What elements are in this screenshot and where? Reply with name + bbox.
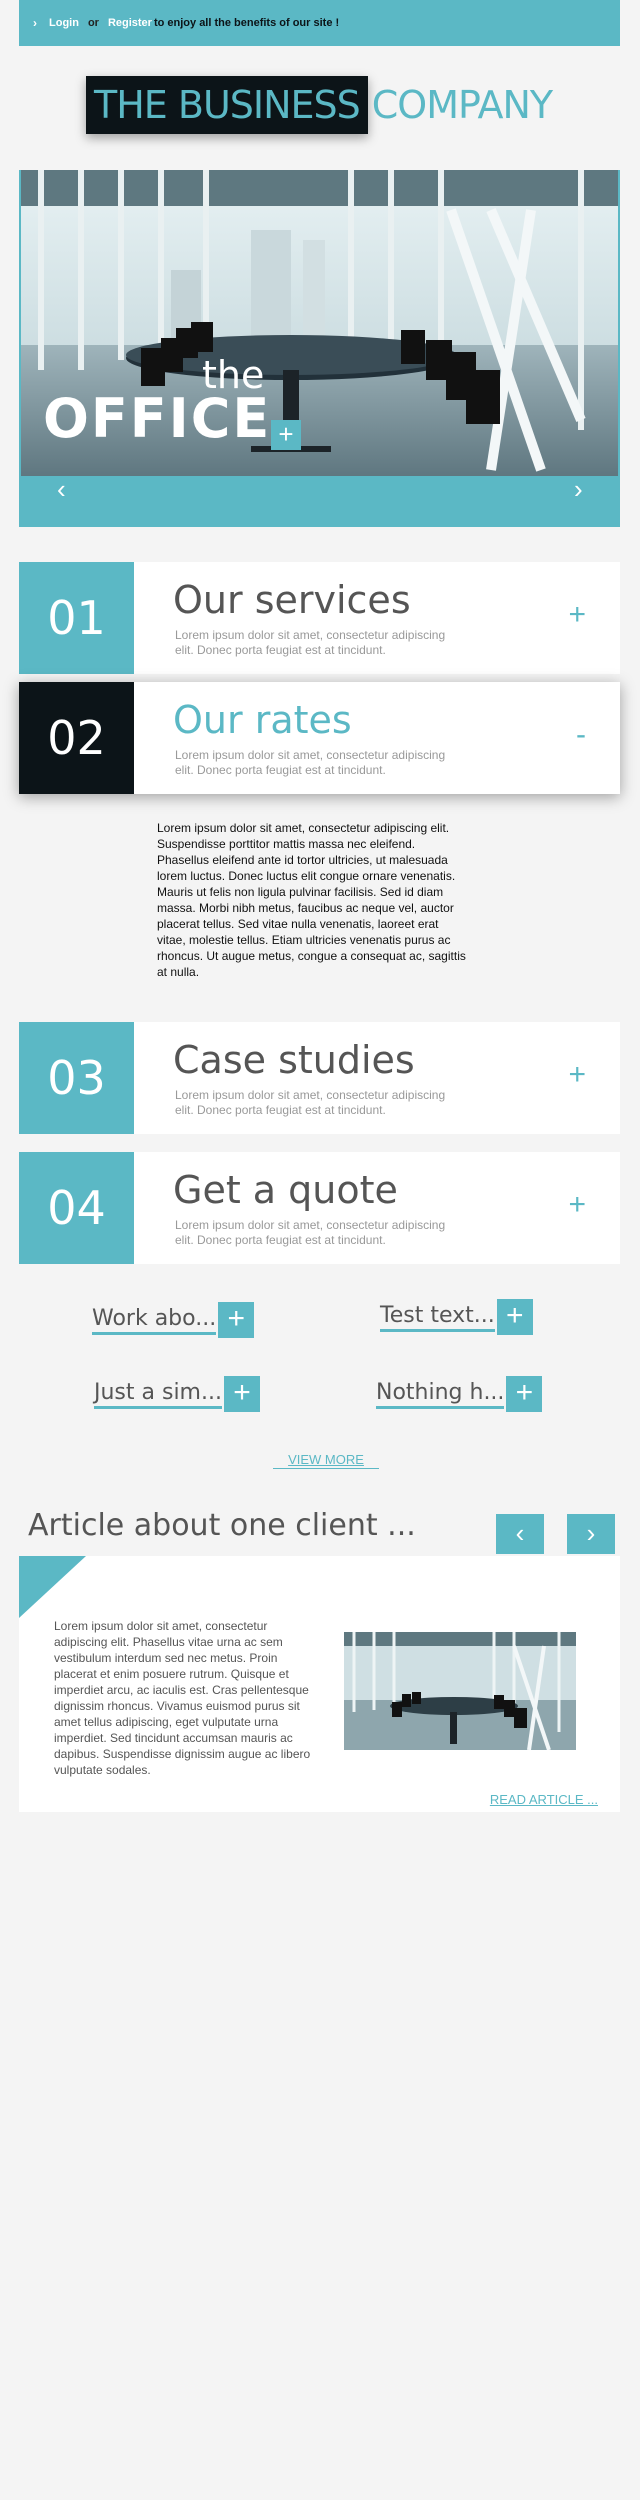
- corner-accent: [19, 1556, 86, 1618]
- accordion-number: 03: [19, 1022, 134, 1134]
- accordion-description: Lorem ipsum dolor sit amet, consectetur …: [175, 628, 446, 657]
- read-article-link[interactable]: READ ARTICLE ...: [490, 1792, 598, 1807]
- logo-dark-text: THE BUSINESS: [86, 76, 368, 134]
- accordion-title: Get a quote: [173, 1168, 398, 1212]
- collapse-icon[interactable]: -: [576, 718, 586, 752]
- accordion-item-rates[interactable]: 02 Our rates Lorem ipsum dolor sit amet,…: [19, 682, 620, 794]
- article-card: Lorem ipsum dolor sit amet, consectetur …: [19, 1556, 620, 1812]
- expand-icon[interactable]: +: [568, 1188, 586, 1222]
- tag-label: Work abo...: [92, 1306, 217, 1335]
- slider-prev-icon[interactable]: ‹: [57, 476, 66, 502]
- accordion-number: 04: [19, 1152, 134, 1264]
- expand-icon[interactable]: +: [568, 598, 586, 632]
- article-title: Article about one client ...: [28, 1508, 416, 1543]
- accordion-item-case-studies[interactable]: 03 Case studies Lorem ipsum dolor sit am…: [19, 1022, 620, 1134]
- login-link[interactable]: Login: [49, 17, 79, 29]
- chevron-right-icon: ›: [33, 16, 37, 30]
- plus-icon[interactable]: +: [218, 1302, 255, 1338]
- accordion-description: Lorem ipsum dolor sit amet, consectetur …: [175, 1088, 446, 1117]
- tag-label: Test text...: [380, 1303, 495, 1332]
- tag-link[interactable]: Just a sim... +: [94, 1376, 260, 1412]
- plus-icon[interactable]: +: [506, 1376, 543, 1412]
- article-next-button[interactable]: ›: [567, 1514, 615, 1554]
- accordion-description: Lorem ipsum dolor sit amet, consectetur …: [175, 1218, 446, 1247]
- hero-office-text: OFFICE: [43, 387, 272, 450]
- register-link[interactable]: Register: [108, 17, 152, 29]
- accordion-title: Our services: [173, 578, 411, 622]
- plus-icon[interactable]: +: [496, 1299, 533, 1335]
- tag-link[interactable]: Nothing h... +: [376, 1376, 543, 1412]
- tag-label: Nothing h...: [376, 1380, 505, 1409]
- accordion-number: 01: [19, 562, 134, 674]
- topbar-message: to enjoy all the benefits of our site !: [153, 17, 340, 29]
- hero-slider: the OFFICE + ‹ ›: [19, 170, 620, 527]
- accordion-title: Our rates: [173, 698, 352, 742]
- tag-label: Just a sim...: [94, 1380, 222, 1409]
- expand-icon[interactable]: +: [568, 1058, 586, 1092]
- accordion-description: Lorem ipsum dolor sit amet, consectetur …: [175, 748, 446, 777]
- article-body: Lorem ipsum dolor sit amet, consectetur …: [54, 1619, 311, 1777]
- accordion-item-services[interactable]: 01 Our services Lorem ipsum dolor sit am…: [19, 562, 620, 674]
- article-prev-button[interactable]: ‹: [496, 1514, 544, 1554]
- logo-light-text: COMPANY: [371, 83, 553, 127]
- accordion-number: 02: [19, 682, 134, 794]
- hero-plus-button[interactable]: +: [271, 420, 301, 450]
- top-bar: › Login or Register to enjoy all the ben…: [19, 0, 620, 46]
- view-more-link[interactable]: VIEW MORE: [273, 1452, 379, 1469]
- tag-link[interactable]: Test text... +: [380, 1299, 533, 1335]
- logo[interactable]: THE BUSINESS COMPANY: [86, 76, 553, 134]
- slider-next-icon[interactable]: ›: [574, 476, 583, 502]
- accordion-item-get-quote[interactable]: 04 Get a quote Lorem ipsum dolor sit ame…: [19, 1152, 620, 1264]
- article-photo: [344, 1632, 576, 1750]
- rates-body-text: Lorem ipsum dolor sit amet, consectetur …: [157, 821, 466, 979]
- page: › Login or Register to enjoy all the ben…: [0, 0, 640, 2500]
- or-text: or: [87, 17, 99, 29]
- plus-icon[interactable]: +: [223, 1376, 260, 1412]
- tag-link[interactable]: Work abo... +: [92, 1302, 255, 1338]
- accordion-title: Case studies: [173, 1038, 415, 1082]
